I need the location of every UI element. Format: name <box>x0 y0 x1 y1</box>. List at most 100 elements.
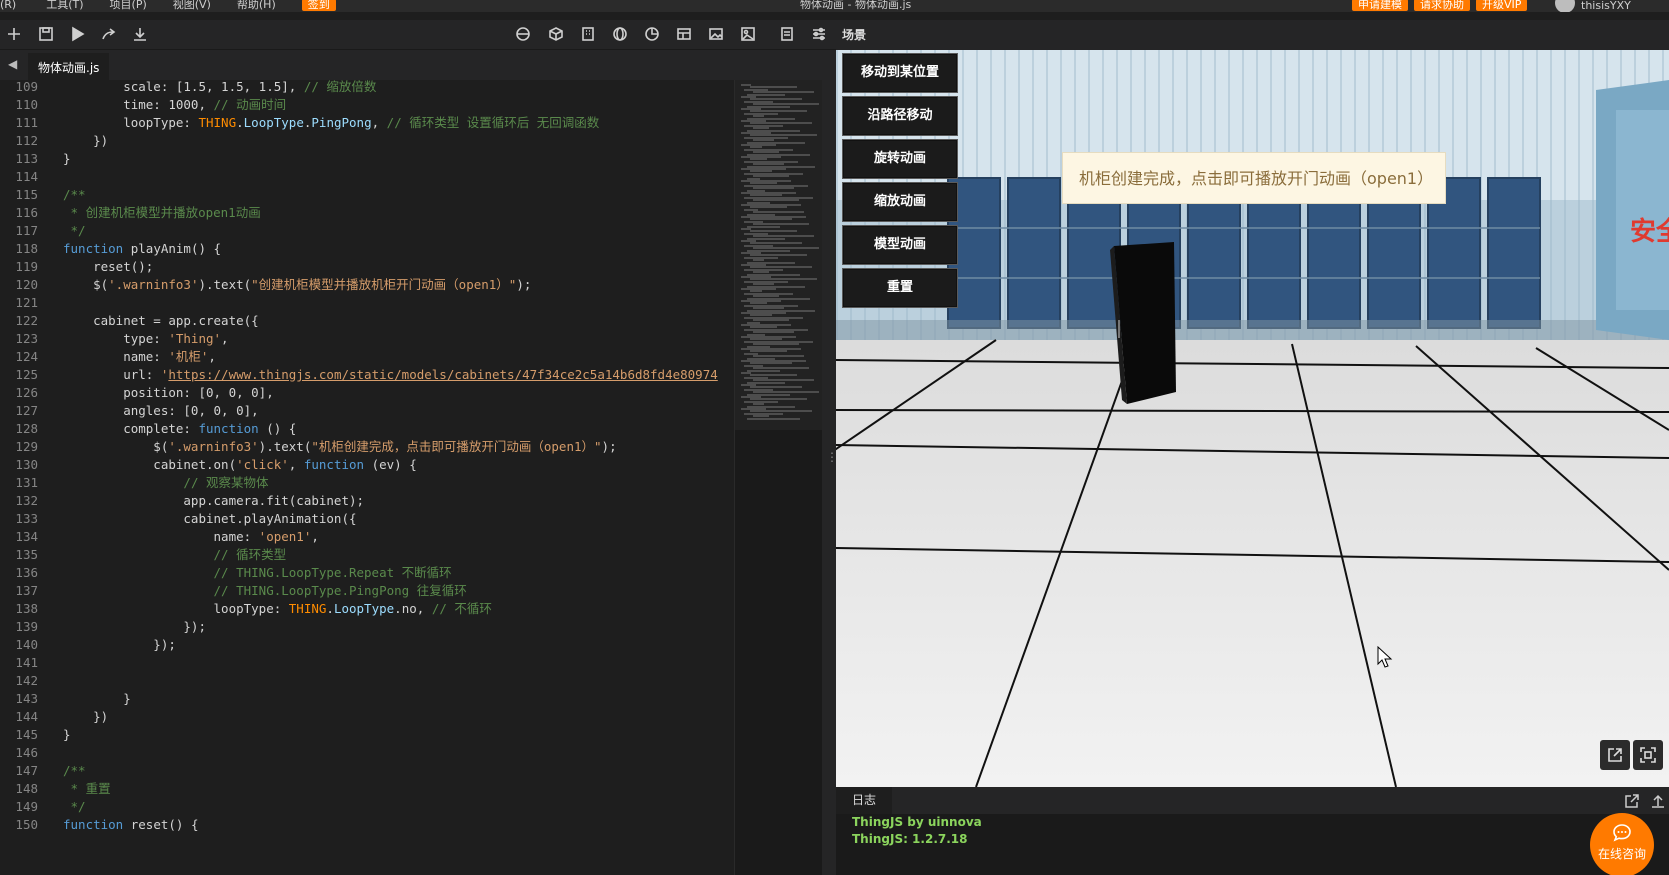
menu-item-tools[interactable]: 工具(T) <box>46 0 83 11</box>
code-line[interactable]: 124 name: '机柜', <box>0 347 734 366</box>
share-icon[interactable] <box>100 26 118 44</box>
tab-object-animation[interactable]: 物体动画.js <box>28 53 110 80</box>
menu-item-0[interactable]: (R) <box>0 0 16 11</box>
request-help-button[interactable]: 请求协助 <box>1414 0 1470 11</box>
code-line[interactable]: 117 */ <box>0 221 734 240</box>
code-line[interactable]: 147 /** <box>0 761 734 780</box>
run-icon[interactable] <box>68 26 86 44</box>
line-number: 140 <box>15 637 38 652</box>
line-number: 130 <box>15 457 38 472</box>
code-line[interactable]: 130 cabinet.on('click', function (ev) { <box>0 455 734 474</box>
upgrade-vip-button[interactable]: 开级VIP <box>1476 0 1528 11</box>
code-line[interactable]: 139 }); <box>0 617 734 636</box>
chart-icon[interactable] <box>643 26 661 44</box>
user-menu[interactable]: thisisYXY <box>1555 0 1631 12</box>
code-line[interactable]: 145} <box>0 725 734 744</box>
code-line[interactable]: 143 } <box>0 689 734 708</box>
code-line[interactable]: 138 loopType: THING.LoopType.no, // 不循环 <box>0 599 734 618</box>
code-line[interactable]: 114 <box>0 167 734 186</box>
code-line[interactable]: 148 * 重置 <box>0 779 734 798</box>
code-line[interactable]: 142 <box>0 671 734 690</box>
gallery-icon[interactable] <box>739 26 757 44</box>
log-collapse-button[interactable] <box>1650 793 1666 809</box>
code-line[interactable]: 149 */ <box>0 797 734 816</box>
code-line[interactable]: 110 time: 1000, // 动画时间 <box>0 95 734 114</box>
code-line[interactable]: 112 }) <box>0 131 734 150</box>
code-line[interactable]: 115 /** <box>0 185 734 204</box>
line-number: 139 <box>15 619 38 634</box>
rotate-animation-button[interactable]: 旋转动画 <box>842 139 958 179</box>
move-to-position-button[interactable]: 移动到某位置 <box>842 53 958 93</box>
code-line[interactable]: 109 scale: [1.5, 1.5, 1.5], // 缩放倍数 <box>0 80 734 96</box>
document-icon[interactable] <box>778 26 796 44</box>
table-icon[interactable] <box>675 26 693 44</box>
globe-icon[interactable] <box>611 26 629 44</box>
line-number: 141 <box>15 655 38 670</box>
line-number: 126 <box>15 385 38 400</box>
code-line[interactable]: 118 function playAnim() { <box>0 239 734 258</box>
code-line[interactable]: 128 complete: function () { <box>0 419 734 438</box>
cube-icon[interactable] <box>547 26 565 44</box>
log-popout-button[interactable] <box>1624 793 1640 809</box>
online-consult-button[interactable]: 在线咨询 <box>1590 813 1654 875</box>
code-line[interactable]: 135 // 循环类型 <box>0 545 734 564</box>
sphere-icon[interactable] <box>514 26 532 44</box>
scene-viewport[interactable]: 安全 移动到某位置 沿路径移动 旋转动画 缩放动画 模型动画 重置 机柜创建完成… <box>836 50 1669 787</box>
new-file-icon[interactable] <box>5 26 23 44</box>
code-line[interactable]: 111 loopType: THING.LoopType.PingPong, /… <box>0 113 734 132</box>
fullscreen-button[interactable] <box>1633 740 1663 770</box>
code-minimap[interactable] <box>734 80 823 875</box>
code-line[interactable]: 137 // THING.LoopType.PingPong 往复循环 <box>0 581 734 600</box>
code-line[interactable]: 150 function reset() { <box>0 815 734 834</box>
code-line[interactable]: 116 * 创建机柜模型并播放open1动画 <box>0 203 734 222</box>
code-line[interactable]: 121 <box>0 293 734 312</box>
code-line[interactable]: 146 <box>0 743 734 762</box>
settings-icon[interactable] <box>810 26 828 44</box>
code-line[interactable]: 123 type: 'Thing', <box>0 329 734 348</box>
code-line[interactable]: 127 angles: [0, 0, 0], <box>0 401 734 420</box>
request-modeling-button[interactable]: 申请建模 <box>1352 0 1408 11</box>
collapse-left-icon[interactable]: ◀ <box>8 57 17 71</box>
mouse-cursor-icon <box>1377 646 1393 668</box>
building-icon[interactable] <box>579 26 597 44</box>
line-number: 149 <box>15 799 38 814</box>
code-line[interactable]: 131 // 观察某物体 <box>0 473 734 492</box>
menu-item-help[interactable]: 帮助(H) <box>237 0 276 11</box>
open-external-button[interactable] <box>1600 740 1630 770</box>
code-line[interactable]: 120 $('.warninfo3').text("创建机柜模型并播放机柜开门动… <box>0 275 734 294</box>
menu-bar: (R) 工具(T) 项目(P) 视图(V) 帮助(H) 签到 物体动画 - 物体… <box>0 0 1669 12</box>
code-line[interactable]: 126 position: [0, 0, 0], <box>0 383 734 402</box>
panel-splitter[interactable]: ⋮ <box>822 50 838 875</box>
code-line[interactable]: 119 reset(); <box>0 257 734 276</box>
line-number: 116 <box>15 205 38 220</box>
code-line[interactable]: 133 cabinet.playAnimation({ <box>0 509 734 528</box>
code-editor[interactable]: 109 scale: [1.5, 1.5, 1.5], // 缩放倍数 110 t… <box>0 80 734 875</box>
code-line[interactable]: 125 url: 'https://www.thingjs.com/static… <box>0 365 734 384</box>
code-text: * 创建机柜模型并播放open1动画 <box>63 205 261 220</box>
tab-log[interactable]: 日志 <box>836 787 893 814</box>
code-line[interactable]: 136 // THING.LoopType.Repeat 不断循环 <box>0 563 734 582</box>
code-line[interactable]: 141 <box>0 653 734 672</box>
code-line[interactable]: 144 }) <box>0 707 734 726</box>
code-line[interactable]: 132 app.camera.fit(cabinet); <box>0 491 734 510</box>
code-line[interactable]: 113} <box>0 149 734 168</box>
save-icon[interactable] <box>37 26 55 44</box>
code-text: $('.warninfo3').text("机柜创建完成，点击即可播放开门动画（… <box>63 439 617 454</box>
code-text: function playAnim() { <box>63 241 222 256</box>
menu-item-project[interactable]: 项目(P) <box>110 0 147 11</box>
image-icon[interactable] <box>707 26 725 44</box>
code-line[interactable]: 122 cabinet = app.create({ <box>0 311 734 330</box>
download-icon[interactable] <box>131 26 149 44</box>
model-animation-button[interactable]: 模型动画 <box>842 225 958 265</box>
menu-item-view[interactable]: 视图(V) <box>173 0 211 11</box>
scale-animation-button[interactable]: 缩放动画 <box>842 182 958 222</box>
code-line[interactable]: 134 name: 'open1', <box>0 527 734 546</box>
upload-icon <box>1652 794 1664 808</box>
move-along-path-button[interactable]: 沿路径移动 <box>842 96 958 136</box>
code-line[interactable]: 140 }); <box>0 635 734 654</box>
signin-button[interactable]: 签到 <box>301 0 336 11</box>
code-line[interactable]: 129 $('.warninfo3').text("机柜创建完成，点击即可播放开… <box>0 437 734 456</box>
reset-button[interactable]: 重置 <box>842 268 958 308</box>
line-number: 147 <box>15 763 38 778</box>
building-sign-text: 安全 <box>1630 216 1669 247</box>
